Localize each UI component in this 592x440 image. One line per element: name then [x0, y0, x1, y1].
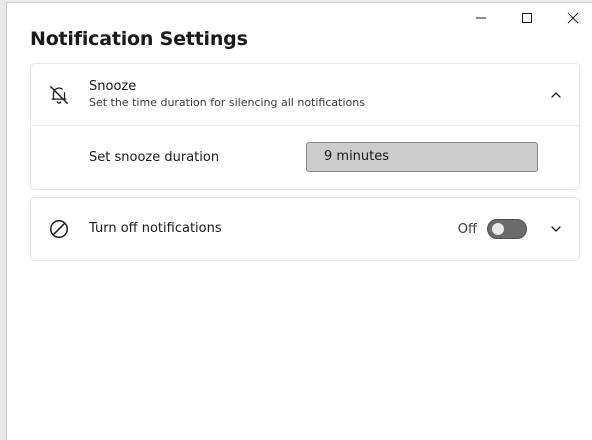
page-title: Notification Settings: [30, 28, 248, 50]
maximize-icon: [522, 13, 532, 23]
snooze-duration-label: Set snooze duration: [89, 150, 220, 165]
notification-settings-window: Notification Settings Snooze Set the tim…: [6, 2, 592, 440]
bell-off-icon: [47, 83, 71, 107]
maximize-button[interactable]: [504, 3, 550, 33]
minimize-icon: [476, 17, 486, 19]
minimize-button[interactable]: [458, 3, 504, 33]
turn-off-card: Turn off notifications Off: [30, 197, 580, 261]
snooze-duration-field[interactable]: 9 minutes: [306, 142, 538, 172]
toggle-state-label: Off: [457, 221, 477, 237]
titlebar-controls: [458, 3, 592, 33]
snooze-duration-row: Set snooze duration 9 minutes: [31, 126, 579, 189]
turn-off-toggle[interactable]: [487, 219, 527, 239]
close-icon: [567, 12, 579, 24]
turn-off-title: Turn off notifications: [89, 221, 222, 236]
snooze-description: Set the time duration for silencing all …: [89, 96, 365, 109]
close-button[interactable]: [550, 3, 592, 33]
chevron-up-icon[interactable]: [549, 88, 563, 102]
snooze-card: Snooze Set the time duration for silenci…: [30, 63, 580, 190]
prohibited-icon: [47, 217, 71, 241]
snooze-title: Snooze: [89, 79, 137, 94]
toggle-knob: [492, 223, 504, 235]
chevron-down-icon[interactable]: [549, 222, 563, 236]
snooze-header[interactable]: Snooze Set the time duration for silenci…: [31, 64, 579, 126]
turn-off-text: Turn off notifications: [89, 221, 222, 237]
turn-off-header[interactable]: Turn off notifications Off: [31, 198, 579, 260]
snooze-text: Snooze Set the time duration for silenci…: [89, 79, 365, 110]
